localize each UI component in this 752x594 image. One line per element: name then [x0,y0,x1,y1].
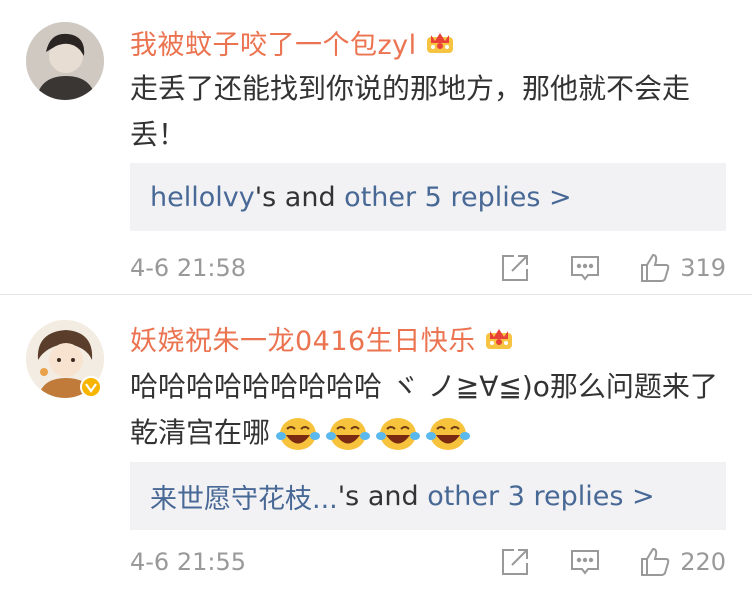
reply-user[interactable]: 来世愿守花枝... [150,477,338,516]
more-replies-link[interactable]: other 5 replies > [344,182,571,213]
comment-icon[interactable] [568,545,602,579]
like-button[interactable]: 319 [638,251,726,285]
username[interactable]: 妖娆祝朱一龙0416生日快乐 [130,319,476,358]
comment-icon[interactable] [568,251,602,285]
comment-time: 4-6 21:55 [130,548,246,576]
laugh-cry-emoji [326,414,371,454]
crown-icon [484,325,514,351]
share-icon[interactable] [498,251,532,285]
thumbs-up-icon [638,251,672,285]
crown-icon [425,29,455,55]
comment-item: 我被蚊子咬了一个包zyl 走丢了还能找到你说的那地方，那他就不会走丢！ hell… [0,0,752,296]
comment-text-block: 哈哈哈哈哈哈哈哈哈 ヾ ノ≧∀≦)o那么问题来了 乾清宫在哪 [130,364,730,456]
thumbs-up-icon [638,545,672,579]
verified-badge-icon [80,376,102,398]
comment-text: 走丢了还能找到你说的那地方，那他就不会走丢！ [130,72,691,151]
reply-user[interactable]: hellolvy [150,182,255,213]
laugh-cry-emoji [276,414,321,454]
comment-item: 妖娆祝朱一龙0416生日快乐 哈哈哈哈哈哈哈哈哈 ヾ ノ≧∀≦)o那么问题来了 … [0,296,752,594]
comment-time: 4-6 21:58 [130,254,246,282]
reply-middle: 's and [254,181,345,213]
user-avatar[interactable] [26,22,104,100]
username[interactable]: 我被蚊子咬了一个包zyl [130,23,417,62]
like-count: 220 [680,548,726,576]
like-button[interactable]: 220 [638,545,726,579]
share-icon[interactable] [498,545,532,579]
comment-divider [0,294,752,295]
laugh-cry-emoji [376,414,421,454]
replies-link[interactable]: hellolvy's and other 5 replies > [130,163,726,231]
replies-link[interactable]: 来世愿守花枝...'s and other 3 replies > [130,462,726,530]
emoji-row [276,414,471,454]
laugh-cry-emoji [426,414,471,454]
more-replies-link[interactable]: other 3 replies > [427,481,654,512]
like-count: 319 [680,254,726,282]
reply-middle: 's and [337,480,428,512]
